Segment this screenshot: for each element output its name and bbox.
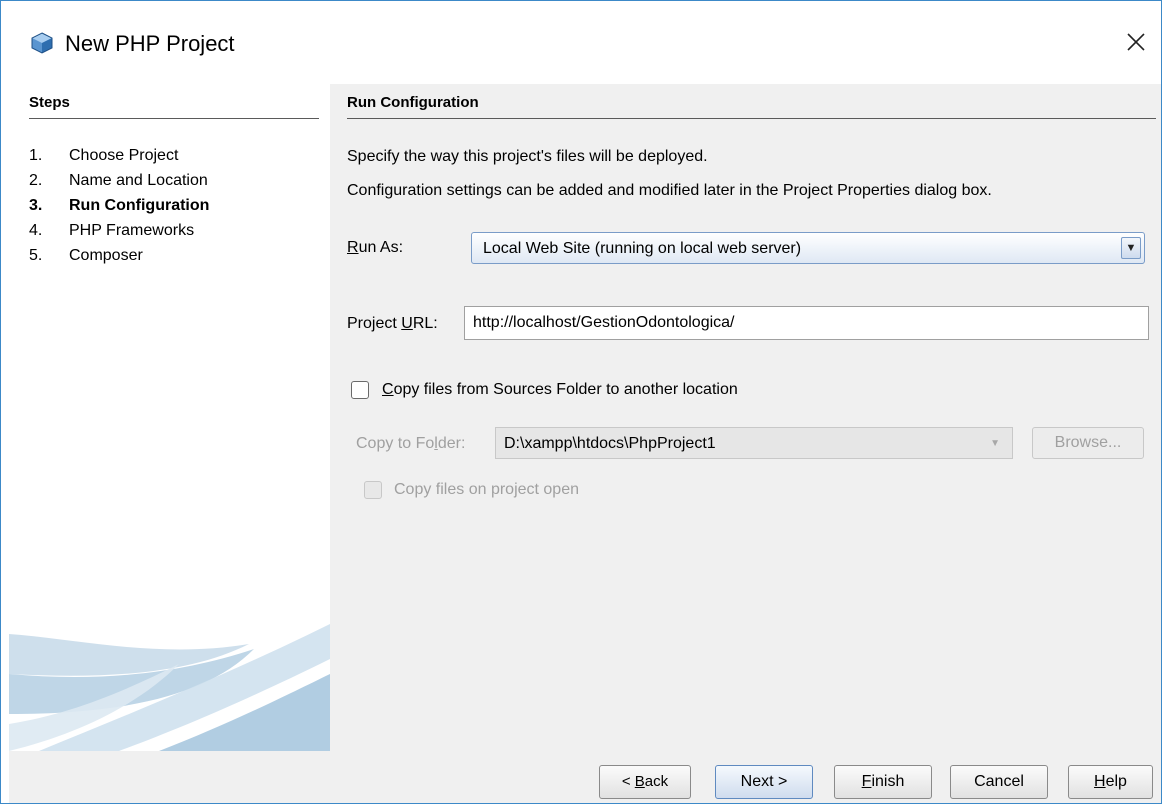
run-as-label: Run As:	[347, 239, 404, 256]
step-label: Name and Location	[69, 172, 208, 189]
steps-list: 1. Choose Project 2. Name and Location 3…	[29, 143, 209, 268]
copy-on-open-label[interactable]: Copy files on project open	[394, 481, 579, 499]
back-button[interactable]: < Back	[599, 765, 691, 799]
copy-to-folder-value: D:\xampp\htdocs\PhpProject1	[504, 435, 716, 452]
section-divider	[347, 118, 1156, 119]
step-item-current: 3. Run Configuration	[29, 193, 209, 218]
run-as-value: Local Web Site (running on local web ser…	[483, 240, 802, 257]
step-number: 4.	[29, 222, 43, 239]
step-item: 4. PHP Frameworks	[29, 218, 209, 243]
step-label: Composer	[69, 247, 143, 264]
step-number: 2.	[29, 172, 43, 189]
close-icon[interactable]	[1121, 27, 1151, 57]
help-button[interactable]: Help	[1068, 765, 1153, 799]
step-label: Choose Project	[69, 147, 179, 164]
dialog-window: New PHP Project Steps 1. Choose Project …	[0, 0, 1162, 804]
copy-to-folder-label: Copy to Folder:	[356, 435, 466, 452]
decorative-swoosh-graphic	[9, 624, 330, 751]
cancel-button[interactable]: Cancel	[950, 765, 1048, 799]
steps-heading: Steps	[29, 94, 70, 111]
step-label: Run Configuration	[69, 197, 210, 214]
finish-button[interactable]: Finish	[834, 765, 932, 799]
copy-on-open-checkbox[interactable]	[364, 481, 382, 499]
title-bar: New PHP Project	[1, 1, 1161, 77]
copy-files-checkbox[interactable]	[351, 381, 369, 399]
step-item: 2. Name and Location	[29, 168, 209, 193]
window-title: New PHP Project	[65, 31, 235, 56]
step-number: 1.	[29, 147, 43, 164]
project-url-input[interactable]	[464, 306, 1149, 340]
description-line-1: Specify the way this project's files wil…	[347, 148, 708, 165]
dropdown-arrow-icon[interactable]: ▼	[990, 438, 1000, 449]
next-button[interactable]: Next >	[715, 765, 813, 799]
steps-panel: Steps 1. Choose Project 2. Name and Loca…	[9, 84, 330, 751]
run-configuration-panel: Run Configuration Specify the way this p…	[330, 84, 1161, 751]
steps-divider	[29, 118, 319, 119]
step-item: 1. Choose Project	[29, 143, 209, 168]
netbeans-cube-icon	[31, 32, 53, 54]
copy-to-folder-dropdown[interactable]: D:\xampp\htdocs\PhpProject1 ▼	[495, 427, 1013, 459]
project-url-label: Project URL:	[347, 315, 438, 332]
step-label: PHP Frameworks	[69, 222, 195, 239]
browse-button[interactable]: Browse...	[1032, 427, 1144, 459]
run-as-dropdown[interactable]: Local Web Site (running on local web ser…	[471, 232, 1145, 264]
copy-files-label[interactable]: Copy files from Sources Folder to anothe…	[382, 381, 738, 399]
section-heading: Run Configuration	[347, 94, 479, 111]
step-number: 5.	[29, 247, 43, 264]
description-line-2: Configuration settings can be added and …	[347, 182, 992, 199]
dropdown-arrow-icon[interactable]: ▼	[1121, 237, 1141, 259]
step-item: 5. Composer	[29, 243, 209, 268]
step-number: 3.	[29, 197, 43, 214]
